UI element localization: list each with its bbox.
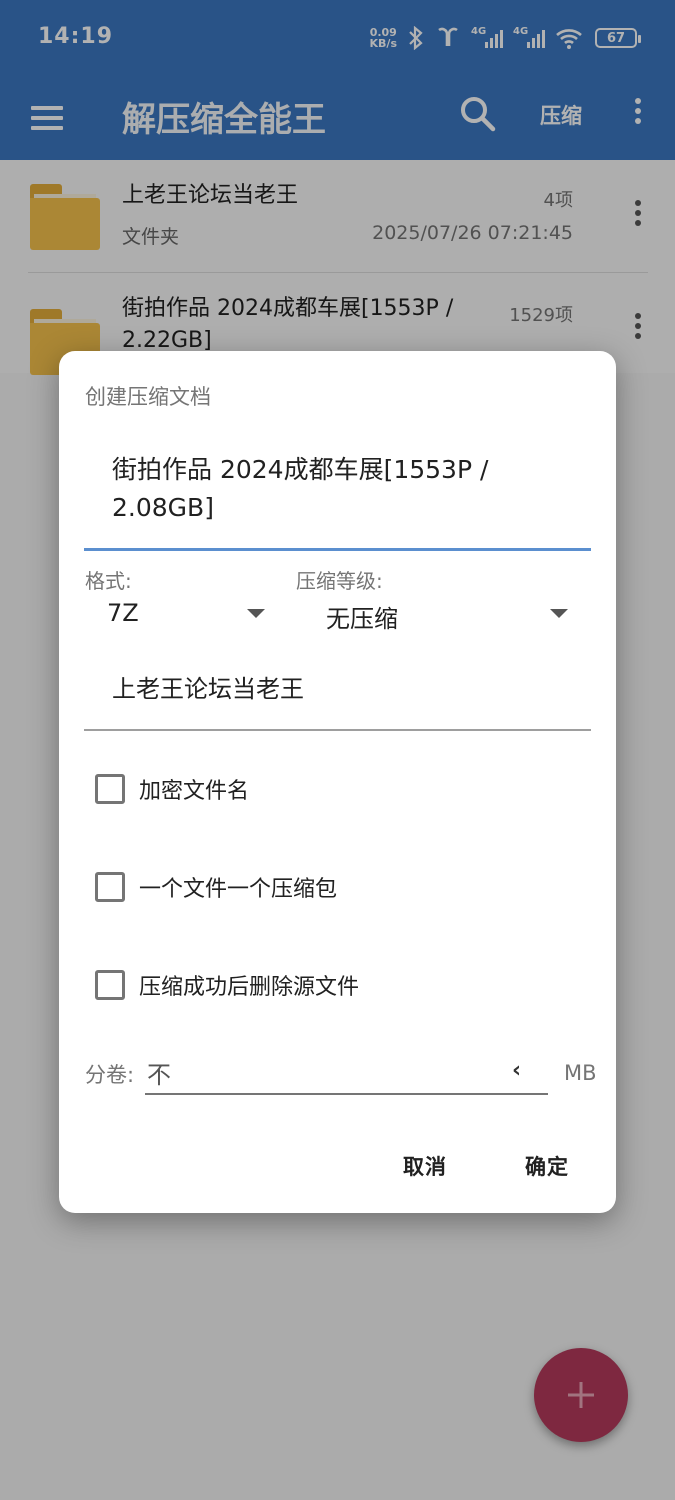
chevron-down-icon — [550, 609, 568, 618]
option-delete-source[interactable]: 压缩成功后删除源文件 — [95, 965, 359, 1005]
format-select[interactable]: 7Z — [107, 599, 277, 639]
split-volume-input[interactable]: 不 ‹ — [145, 1051, 548, 1095]
level-label: 压缩等级: — [296, 569, 383, 593]
format-value: 7Z — [107, 599, 139, 627]
dialog-title: 创建压缩文档 — [85, 385, 211, 409]
checkbox[interactable] — [95, 774, 125, 804]
chevron-down-icon — [247, 609, 265, 618]
option-encrypt-filenames[interactable]: 加密文件名 — [95, 769, 249, 809]
format-label: 格式: — [85, 569, 132, 593]
archive-name-text: 街拍作品 2024成都车展[1553P / 2.08GB] — [112, 455, 489, 522]
confirm-button[interactable]: 确定 — [525, 1151, 569, 1181]
checkbox[interactable] — [95, 970, 125, 1000]
level-value: 无压缩 — [326, 605, 398, 633]
create-archive-dialog: 创建压缩文档 街拍作品 2024成都车展[1553P / 2.08GB] 格式:… — [59, 351, 616, 1213]
archive-name-input[interactable]: 街拍作品 2024成都车展[1553P / 2.08GB] — [84, 447, 591, 551]
cancel-button[interactable]: 取消 — [403, 1151, 447, 1181]
output-path-text: 上老王论坛当老王 — [112, 675, 304, 703]
split-value: 不 — [147, 1061, 171, 1089]
option-one-archive-per-file[interactable]: 一个文件一个压缩包 — [95, 867, 337, 907]
split-label: 分卷: — [85, 1063, 135, 1087]
option-label: 压缩成功后删除源文件 — [139, 975, 360, 1000]
checkbox[interactable] — [95, 872, 125, 902]
option-label: 一个文件一个压缩包 — [139, 877, 338, 902]
split-unit: MB — [564, 1061, 597, 1085]
level-select[interactable]: 无压缩 — [326, 599, 576, 639]
option-label: 加密文件名 — [139, 779, 250, 804]
chevron-left-icon[interactable]: ‹ — [512, 1060, 532, 1082]
output-path-input[interactable]: 上老王论坛当老王 — [84, 661, 591, 731]
